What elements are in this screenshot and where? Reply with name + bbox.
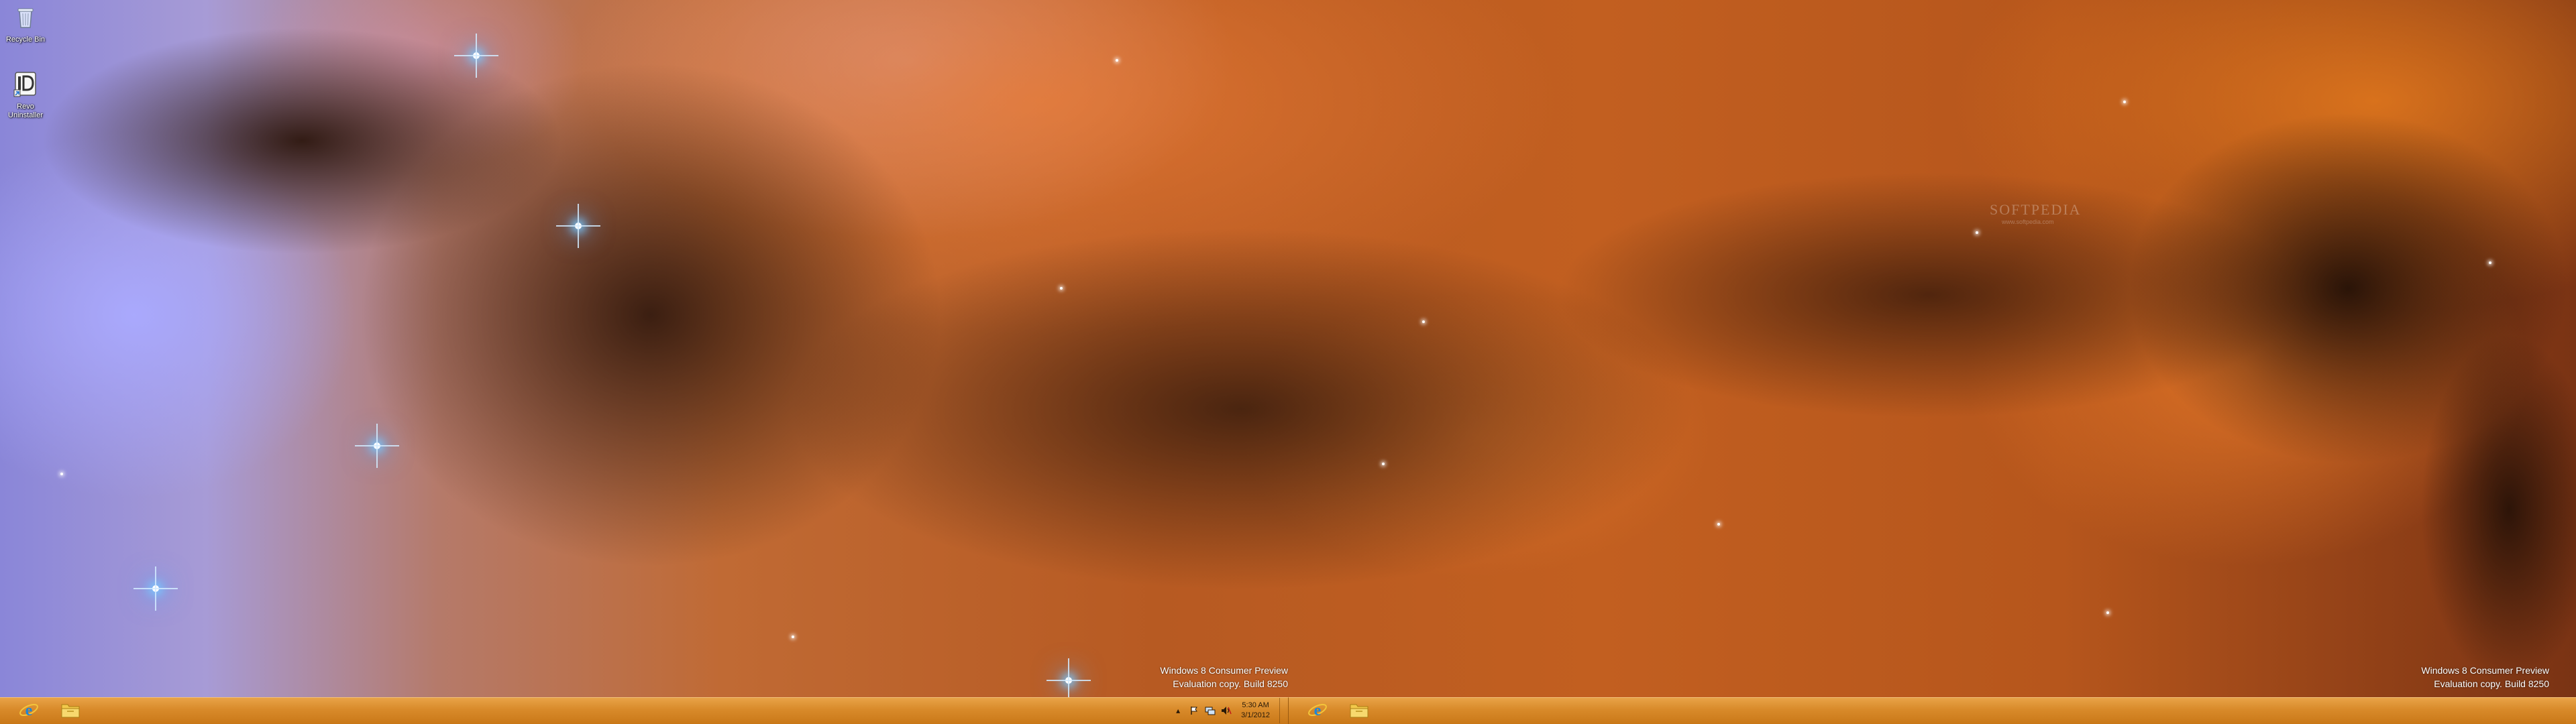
star <box>1046 658 1091 703</box>
star <box>1116 59 1118 62</box>
dust-cloud <box>1543 168 2314 422</box>
show-desktop-button[interactable] <box>1279 698 1288 723</box>
star <box>133 566 178 611</box>
softpedia-watermark: SOFTPEDIA www.softpedia.com <box>1990 201 2082 225</box>
star <box>2489 261 2491 264</box>
star <box>556 204 600 248</box>
dust-cloud <box>771 221 1711 597</box>
volume-icon[interactable] <box>1220 705 1232 717</box>
evaluation-line-1: Windows 8 Consumer Preview <box>2421 665 2549 676</box>
dust-cloud <box>349 54 953 577</box>
desktop-icon-recycle-bin[interactable]: Recycle Bin <box>0 4 52 44</box>
desktop: Recycle Bin Revo Uninstaller SOFTPEDIA w… <box>0 0 2576 724</box>
star <box>454 34 498 78</box>
taskbar-internet-explorer-button[interactable]: e <box>1299 699 1336 723</box>
dust-cloud <box>2113 101 2576 476</box>
clock-time: 5:30 AM <box>1242 701 1269 709</box>
network-icon[interactable] <box>1204 705 1216 717</box>
star <box>1382 463 1385 465</box>
clock-date: 3/1/2012 <box>1241 711 1270 719</box>
star <box>1976 231 1978 234</box>
desktop-icon-label: Revo Uninstaller <box>8 103 43 119</box>
softpedia-brand: SOFTPEDIA <box>1990 201 2082 218</box>
star <box>355 424 399 468</box>
dust-cloud <box>40 27 564 255</box>
evaluation-line-1: Windows 8 Consumer Preview <box>1160 665 1288 676</box>
star <box>1717 523 1720 526</box>
file-explorer-icon <box>1349 701 1369 723</box>
svg-text:e: e <box>1314 702 1322 719</box>
star <box>1422 320 1425 323</box>
taskbar-clock[interactable]: 5:30 AM 3/1/2012 <box>1241 701 1270 721</box>
desktop-icon-revo-uninstaller[interactable]: Revo Uninstaller <box>0 70 52 120</box>
taskbar-file-explorer-button[interactable] <box>1341 699 1377 723</box>
file-explorer-icon <box>60 701 80 723</box>
evaluation-line-2: Evaluation copy. Build 8250 <box>2434 678 2549 689</box>
revo-uninstaller-icon <box>0 70 52 101</box>
taskbar-file-explorer-button[interactable] <box>52 699 89 723</box>
evaluation-line-2: Evaluation copy. Build 8250 <box>1173 678 1288 689</box>
taskbar-primary: e ▴ 5:30 AM 3/1/2012 <box>0 697 1288 724</box>
internet-explorer-icon: e <box>1307 700 1328 723</box>
star <box>792 636 794 638</box>
dust-cloud <box>2415 322 2576 697</box>
taskbar-internet-explorer-button[interactable]: e <box>11 699 47 723</box>
taskbar-secondary: e <box>1288 697 2576 724</box>
show-hidden-icons-icon[interactable]: ▴ <box>1172 705 1184 717</box>
svg-text:e: e <box>25 702 33 719</box>
evaluation-watermark-right: Windows 8 Consumer Preview Evaluation co… <box>2348 664 2549 690</box>
desktop-icon-label: Recycle Bin <box>5 36 46 44</box>
star <box>1060 287 1063 290</box>
star <box>60 473 63 475</box>
softpedia-url: www.softpedia.com <box>2002 219 2054 225</box>
internet-explorer-icon: e <box>19 700 39 723</box>
system-tray: ▴ 5:30 AM 3/1/2012 <box>1170 698 1288 723</box>
action-center-flag-icon[interactable] <box>1188 705 1200 717</box>
star <box>2106 611 2109 614</box>
recycle-bin-icon <box>0 4 52 34</box>
nebula-wallpaper <box>0 0 2576 703</box>
evaluation-watermark-left: Windows 8 Consumer Preview Evaluation co… <box>1087 664 1288 690</box>
star <box>2123 101 2126 103</box>
